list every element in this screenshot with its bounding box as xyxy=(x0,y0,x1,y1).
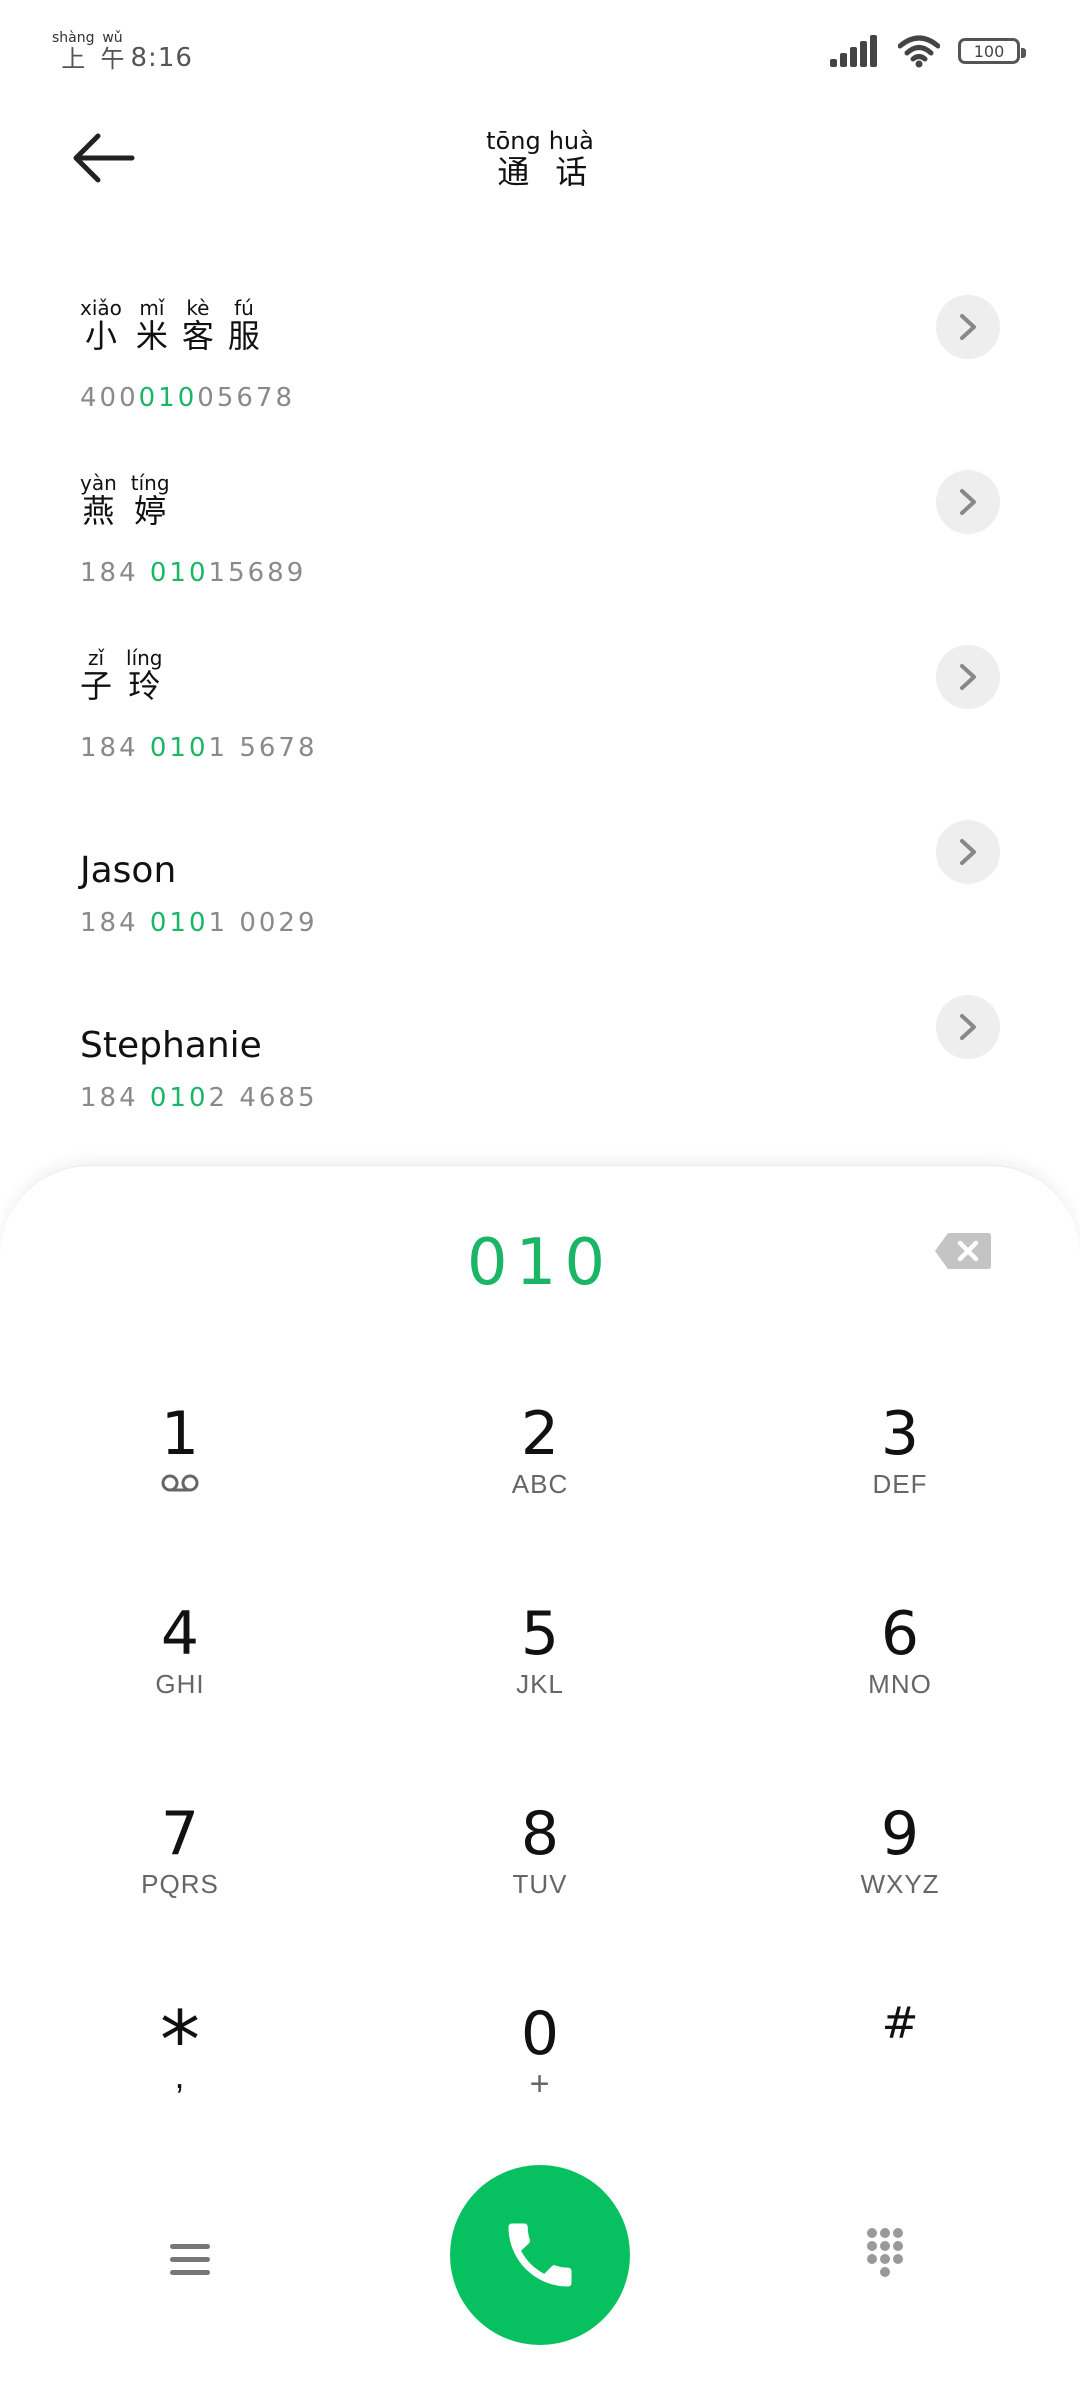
contact-name: xiǎo 小 mǐ 米 kè 客 fú 服 xyxy=(80,296,260,355)
contact-row[interactable]: Stephanie 184 0102 4685 xyxy=(0,965,1080,1140)
key-5[interactable]: 5 JKL xyxy=(440,1601,640,1761)
key-8[interactable]: 8 TUV xyxy=(440,1801,640,1961)
contact-row[interactable]: Jason 184 0101 0029 xyxy=(0,790,1080,965)
chevron-right-icon xyxy=(960,489,976,515)
time-hanzi: 上 xyxy=(61,45,86,73)
contact-row[interactable]: zǐ 子 líng 玲 184 0101 5678 xyxy=(0,615,1080,790)
key-hash[interactable]: # xyxy=(800,1991,1000,2151)
contact-number: 40001005678 xyxy=(80,383,295,413)
voicemail-icon xyxy=(161,1474,199,1492)
phone-icon xyxy=(508,2223,572,2287)
battery-level: 100 xyxy=(973,41,1005,61)
key-9[interactable]: 9 WXYZ xyxy=(800,1801,1000,1961)
contact-number: 184 0101 0029 xyxy=(80,908,318,938)
signal-icon xyxy=(830,35,877,67)
match-highlight: 010 xyxy=(149,908,209,938)
match-highlight: 010 xyxy=(138,383,198,413)
contact-row[interactable]: yàn 燕 tíng 婷 184 01015689 xyxy=(0,440,1080,615)
contact-row[interactable]: xiǎo 小 mǐ 米 kè 客 fú 服 40001005678 xyxy=(0,265,1080,440)
time-pinyin: shàng xyxy=(52,30,95,46)
wifi-icon xyxy=(898,35,940,68)
contact-name: Stephanie xyxy=(80,1025,262,1066)
status-time: shàng 上 wǔ 午 8:16 xyxy=(52,30,193,72)
backspace-icon xyxy=(935,1233,991,1269)
chevron-right-icon xyxy=(960,1014,976,1040)
key-3[interactable]: 3 DEF xyxy=(800,1401,1000,1561)
time-pinyin: wǔ xyxy=(102,30,123,46)
key-0[interactable]: 0 + xyxy=(440,2001,640,2161)
time-digits: 8:16 xyxy=(130,43,193,73)
time-hanzi: 午 xyxy=(100,45,125,73)
match-highlight: 010 xyxy=(149,1083,209,1113)
contact-detail-button[interactable] xyxy=(936,995,1000,1059)
menu-icon xyxy=(170,2244,210,2275)
chevron-right-icon xyxy=(960,664,976,690)
chevron-right-icon xyxy=(960,314,976,340)
menu-button[interactable] xyxy=(160,2230,220,2290)
contact-detail-button[interactable] xyxy=(936,470,1000,534)
call-button[interactable] xyxy=(450,2165,630,2345)
key-star[interactable]: * , xyxy=(80,2001,280,2161)
contact-number: 184 0102 4685 xyxy=(80,1083,318,1113)
dialed-number-display: 010 xyxy=(466,1226,614,1300)
contact-name: zǐ 子 líng 玲 xyxy=(80,646,163,705)
contact-name: yàn 燕 tíng 婷 xyxy=(80,471,170,530)
match-highlight: 010 xyxy=(149,733,209,763)
dialpad-icon xyxy=(867,2228,903,2277)
key-7[interactable]: 7 PQRS xyxy=(80,1801,280,1961)
contact-name: Jason xyxy=(80,850,177,891)
chevron-right-icon xyxy=(960,839,976,865)
contact-number: 184 0101 5678 xyxy=(80,733,318,763)
dialer-action-bar xyxy=(0,2160,1080,2360)
key-6[interactable]: 6 MNO xyxy=(800,1601,1000,1761)
keypad-toggle-button[interactable] xyxy=(860,2225,920,2285)
battery-icon: 100 xyxy=(958,38,1026,64)
contact-number: 184 01015689 xyxy=(80,558,307,588)
backspace-button[interactable] xyxy=(934,1231,992,1271)
key-4[interactable]: 4 GHI xyxy=(80,1601,280,1761)
match-highlight: 010 xyxy=(149,558,209,588)
contact-detail-button[interactable] xyxy=(936,820,1000,884)
key-1[interactable]: 1 xyxy=(80,1401,280,1561)
page-title: tōng 通 huà 话 xyxy=(486,127,594,191)
contact-detail-button[interactable] xyxy=(936,295,1000,359)
contact-detail-button[interactable] xyxy=(936,645,1000,709)
contact-suggestions-list: xiǎo 小 mǐ 米 kè 客 fú 服 40001005678 yàn 燕 tíng 婷 184… xyxy=(0,265,1080,1140)
key-2[interactable]: 2 ABC xyxy=(440,1401,640,1561)
status-bar: shàng 上 wǔ 午 8:16 100 xyxy=(0,0,1080,110)
